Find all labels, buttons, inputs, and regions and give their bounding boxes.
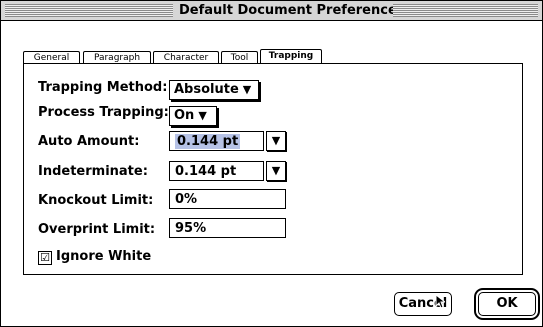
indeterminate-label: Indeterminate: bbox=[38, 164, 148, 179]
ok-button[interactable]: OK bbox=[478, 292, 536, 316]
chevron-down-icon: ▼ bbox=[198, 109, 207, 122]
knockout-limit-label: Knockout Limit: bbox=[38, 193, 154, 208]
tab-trapping[interactable]: Trapping bbox=[260, 49, 322, 64]
auto-amount-value: 0.144 pt bbox=[175, 134, 241, 149]
chevron-down-icon: ▼ bbox=[242, 83, 252, 96]
auto-amount-label: Auto Amount: bbox=[38, 134, 140, 149]
indeterminate-field[interactable]: 0.144 pt bbox=[169, 161, 264, 181]
auto-amount-field[interactable]: 0.144 pt bbox=[169, 131, 264, 151]
trapping-panel: Trapping Method: Absolute ▼ Process Trapp… bbox=[23, 63, 523, 275]
ignore-white-label: Ignore White bbox=[56, 249, 152, 264]
auto-amount-dropdown-button[interactable]: ▼ bbox=[266, 131, 286, 151]
trapping-method-label: Trapping Method: bbox=[38, 80, 168, 95]
process-trapping-popup[interactable]: On ▼ bbox=[169, 106, 217, 126]
process-trapping-value: On bbox=[174, 108, 195, 123]
ignore-white-checkbox[interactable]: ☑ bbox=[38, 251, 52, 265]
arrow-cursor-icon bbox=[435, 293, 447, 313]
dialog-window: Default Document Preferences General Par… bbox=[0, 0, 543, 327]
window-title: Default Document Preferences bbox=[173, 1, 411, 20]
process-trapping-label: Process Trapping: bbox=[38, 105, 169, 120]
title-bar-stripes-left bbox=[5, 4, 173, 17]
overprint-limit-label: Overprint Limit: bbox=[38, 222, 156, 237]
knockout-limit-field[interactable]: 0% bbox=[169, 189, 286, 209]
chevron-down-icon: ▼ bbox=[271, 164, 281, 177]
trapping-method-popup[interactable]: Absolute ▼ bbox=[169, 80, 259, 100]
chevron-down-icon: ▼ bbox=[271, 134, 281, 147]
trapping-method-value: Absolute bbox=[174, 82, 239, 97]
title-bar[interactable]: Default Document Preferences bbox=[1, 1, 542, 21]
overprint-limit-field[interactable]: 95% bbox=[169, 218, 286, 238]
indeterminate-value: 0.144 pt bbox=[175, 164, 237, 179]
indeterminate-dropdown-button[interactable]: ▼ bbox=[266, 161, 286, 181]
title-bar-stripes-right bbox=[393, 4, 538, 17]
